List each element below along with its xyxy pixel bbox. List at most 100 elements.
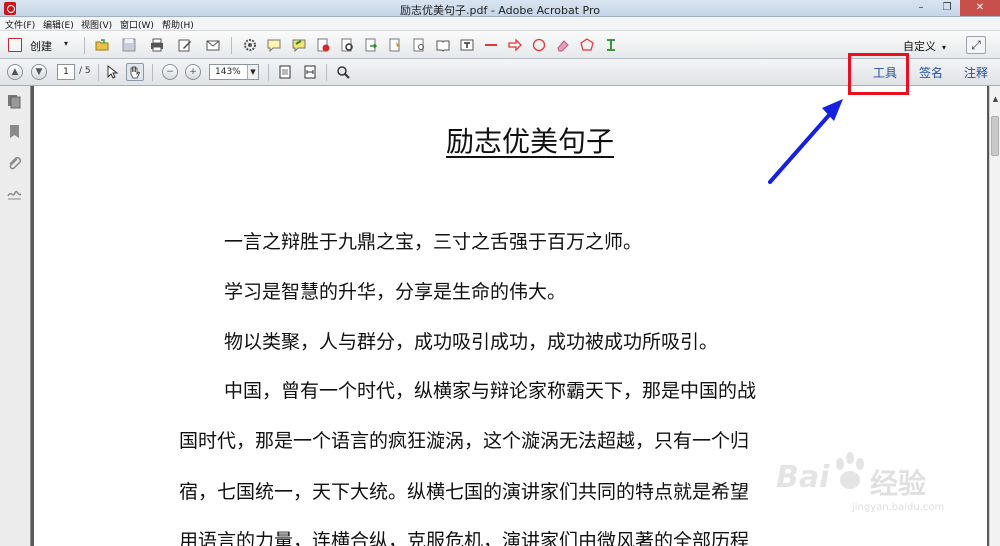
previous-page-button[interactable]: ▲ <box>7 64 23 80</box>
menu-file[interactable]: 文件(F) <box>5 18 35 31</box>
minus-icon: − <box>166 67 174 77</box>
create-pdf-icon <box>8 38 22 52</box>
customize-dropdown[interactable]: 自定义 ▾ <box>903 38 946 54</box>
text-field-button[interactable] <box>602 36 620 54</box>
menu-view[interactable]: 视图(V) <box>81 18 112 31</box>
fit-width-icon <box>304 65 316 79</box>
fit-page-icon <box>279 65 291 79</box>
scroll-up-icon[interactable]: ▲ <box>990 94 1000 105</box>
plus-icon: + <box>189 67 197 77</box>
toolbar-divider <box>268 64 269 81</box>
open-folder-icon <box>95 39 109 51</box>
bookmarks-icon[interactable] <box>7 124 22 139</box>
window-title: 励志优美句子.pdf - Adobe Acrobat Pro <box>400 4 600 17</box>
circle-button[interactable] <box>530 36 548 54</box>
text-line: 物以类聚，人与群分，成功吸引成功，成功被成功所吸引。 <box>224 331 719 353</box>
polygon-button[interactable] <box>578 36 596 54</box>
create-label: 创建 <box>30 40 52 53</box>
open-button[interactable] <box>93 36 111 54</box>
toolbar-divider <box>231 37 232 54</box>
delete-page-button[interactable] <box>314 36 332 54</box>
cursor-icon <box>107 65 119 79</box>
signatures-icon[interactable] <box>7 186 22 201</box>
comment-icon <box>267 39 281 52</box>
menu-help[interactable]: 帮助(H) <box>162 18 194 31</box>
link-button[interactable] <box>410 36 428 54</box>
menu-window[interactable]: 窗口(W) <box>120 18 154 31</box>
toolbar-divider <box>84 37 85 54</box>
next-page-button[interactable]: ▼ <box>31 64 47 80</box>
customize-label: 自定义 <box>902 40 936 53</box>
arrow-button[interactable] <box>506 36 524 54</box>
fit-page-button[interactable] <box>276 63 294 81</box>
chevron-down-icon: ▼ <box>247 65 258 79</box>
expand-icon: ⤢ <box>971 38 981 52</box>
stamp-button[interactable] <box>338 36 356 54</box>
book-icon <box>436 40 450 52</box>
email-button[interactable] <box>204 36 222 54</box>
minimize-button[interactable]: – <box>908 0 934 16</box>
highlight-button[interactable] <box>290 36 308 54</box>
eraser-icon <box>557 40 569 52</box>
settings-icon <box>244 39 256 51</box>
menu-edit[interactable]: 编辑(E) <box>43 18 74 31</box>
highlight-icon <box>292 39 306 52</box>
text-box-button[interactable] <box>458 36 476 54</box>
text-line: 国时代，那是一个语言的疯狂漩涡，这个漩涡无法超越，只有一个归 <box>179 430 750 452</box>
export-button[interactable] <box>362 36 380 54</box>
line-icon <box>485 44 497 46</box>
circle-icon <box>532 38 546 52</box>
arrow-down-icon: ▼ <box>35 67 43 77</box>
text-line: 用语言的力量，连横合纵，克服危机，演讲家们由微风著的全部历程 <box>179 530 750 546</box>
edit-icon <box>178 39 191 52</box>
arrow-up-icon: ▲ <box>11 67 19 77</box>
edit-button[interactable] <box>176 36 194 54</box>
chevron-down-icon: ▾ <box>64 39 69 48</box>
close-button[interactable]: ✕ <box>960 0 1000 16</box>
hand-tool-button[interactable] <box>126 63 144 81</box>
print-button[interactable] <box>148 36 166 54</box>
fit-width-button[interactable] <box>301 63 319 81</box>
arrow-icon <box>508 38 522 52</box>
zoom-out-button[interactable]: − <box>162 64 178 80</box>
book-button[interactable] <box>434 36 452 54</box>
polygon-icon <box>580 38 594 51</box>
page-number-input[interactable]: 1 <box>57 64 75 80</box>
search-button[interactable] <box>334 63 352 81</box>
search-icon <box>337 66 350 79</box>
save-button[interactable] <box>120 36 138 54</box>
create-button[interactable]: 创建 ▾ <box>6 36 74 54</box>
toolbar-divider <box>326 64 327 81</box>
delete-page-icon <box>317 38 330 52</box>
text-line: 宿，七国统一，天下大统。纵横七国的演讲家们共同的特点就是希望 <box>179 481 750 503</box>
full-screen-button[interactable]: ⤢ <box>966 36 986 54</box>
export-icon <box>365 38 378 52</box>
email-icon <box>206 40 220 51</box>
page-total: / 5 <box>79 66 91 76</box>
watermark-brand: Bai <box>776 460 830 495</box>
scrollbar-thumb[interactable] <box>991 116 999 156</box>
maximize-button[interactable]: ❐ <box>934 0 960 16</box>
zoom-level-select[interactable]: 143% ▼ <box>209 64 259 80</box>
zoom-in-button[interactable]: + <box>185 64 201 80</box>
watermark-url: jingyan.baidu.com <box>852 502 945 513</box>
menu-bar: 文件(F) 编辑(E) 视图(V) 窗口(W) 帮助(H) <box>0 17 1000 31</box>
title-bar: 励志优美句子.pdf - Adobe Acrobat Pro – ❐ ✕ <box>0 0 1000 17</box>
eraser-button[interactable] <box>554 36 572 54</box>
text-box-icon <box>460 39 474 51</box>
document-title: 励志优美句子 <box>446 125 615 158</box>
tab-comment[interactable]: 注释 <box>964 64 988 81</box>
select-tool-button[interactable] <box>104 63 122 81</box>
form-button[interactable] <box>386 36 404 54</box>
line-button[interactable] <box>482 36 500 54</box>
text-line: 一言之辩胜于九鼎之宝，三寸之舌强于百万之师。 <box>224 231 643 253</box>
toolbar-divider <box>98 64 99 81</box>
settings-button[interactable] <box>241 36 259 54</box>
link-icon <box>413 38 424 52</box>
vertical-scrollbar[interactable]: ▲ <box>989 86 1000 546</box>
page-thumbnails-icon[interactable] <box>7 94 22 109</box>
attachments-icon[interactable] <box>7 156 22 171</box>
form-icon <box>389 38 400 52</box>
tab-sign[interactable]: 签名 <box>919 64 943 81</box>
comment-button[interactable] <box>265 36 283 54</box>
